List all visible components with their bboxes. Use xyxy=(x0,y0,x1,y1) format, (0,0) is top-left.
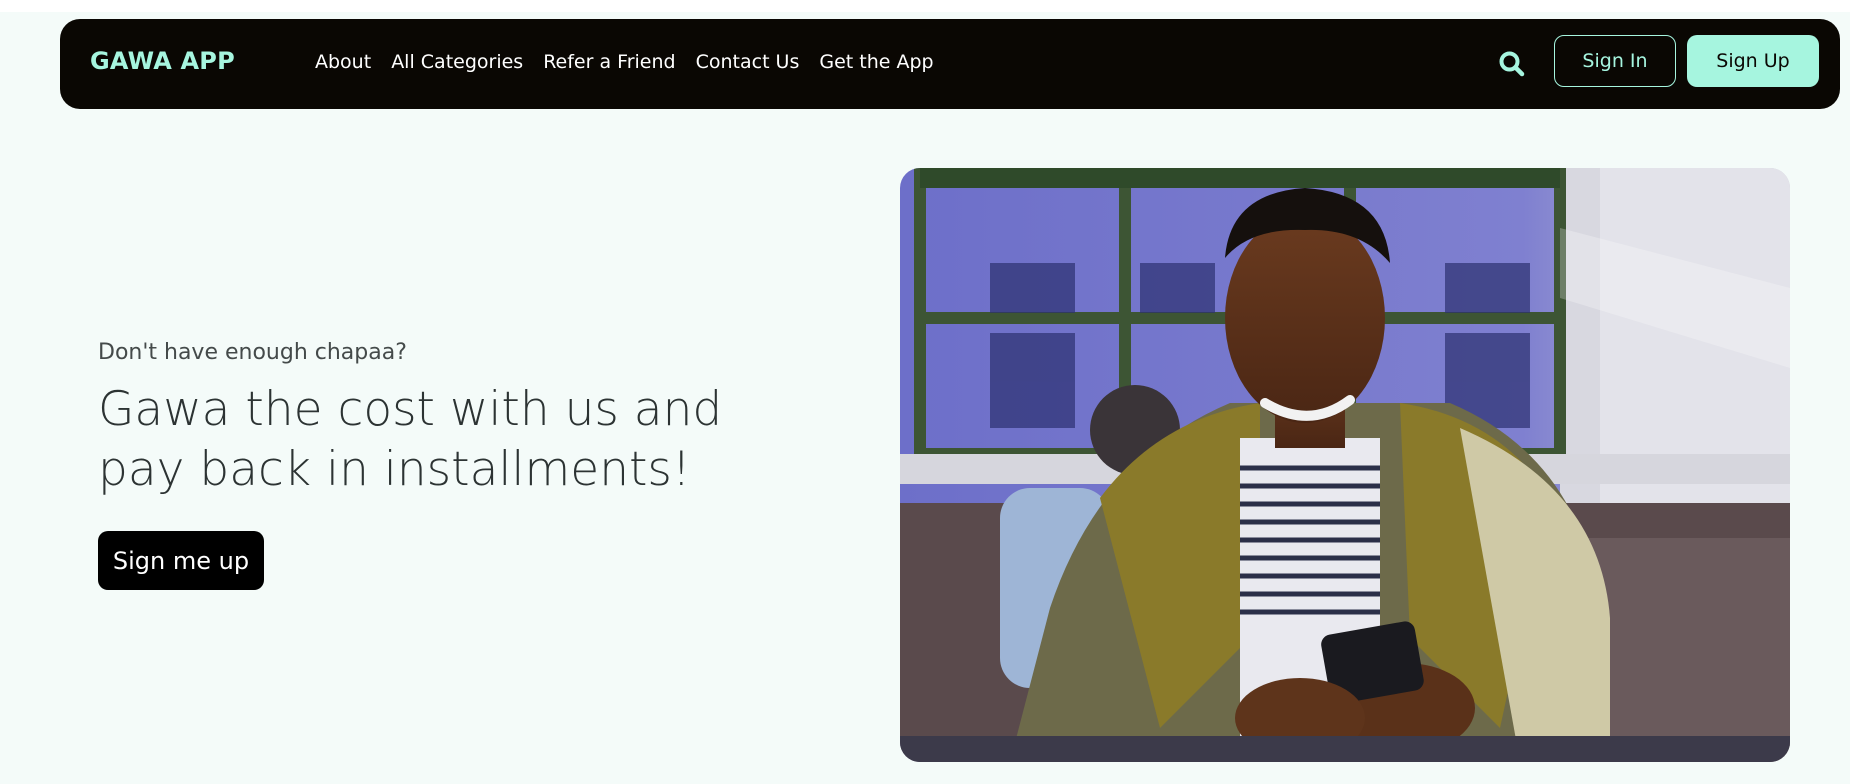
sign-up-button[interactable]: Sign Up xyxy=(1687,35,1819,87)
sign-me-up-button[interactable]: Sign me up xyxy=(98,531,264,590)
sign-in-button[interactable]: Sign In xyxy=(1554,35,1676,87)
nav-link-all-categories[interactable]: All Categories xyxy=(391,51,523,73)
navbar: GAWA APP About All Categories Refer a Fr… xyxy=(60,19,1840,109)
nav-links: About All Categories Refer a Friend Cont… xyxy=(315,51,934,73)
nav-link-about[interactable]: About xyxy=(315,51,371,73)
nav-link-refer-a-friend[interactable]: Refer a Friend xyxy=(543,51,675,73)
nav-link-contact-us[interactable]: Contact Us xyxy=(696,51,800,73)
brand-logo[interactable]: GAWA APP xyxy=(90,47,235,75)
search-icon[interactable] xyxy=(1497,49,1527,79)
top-strip xyxy=(0,0,1850,12)
hero-title: Gawa the cost with us and pay back in in… xyxy=(98,382,723,497)
nav-link-get-the-app[interactable]: Get the App xyxy=(819,51,933,73)
hero-eyebrow: Don't have enough chapaa? xyxy=(98,340,407,365)
hero-photo xyxy=(900,168,1790,762)
